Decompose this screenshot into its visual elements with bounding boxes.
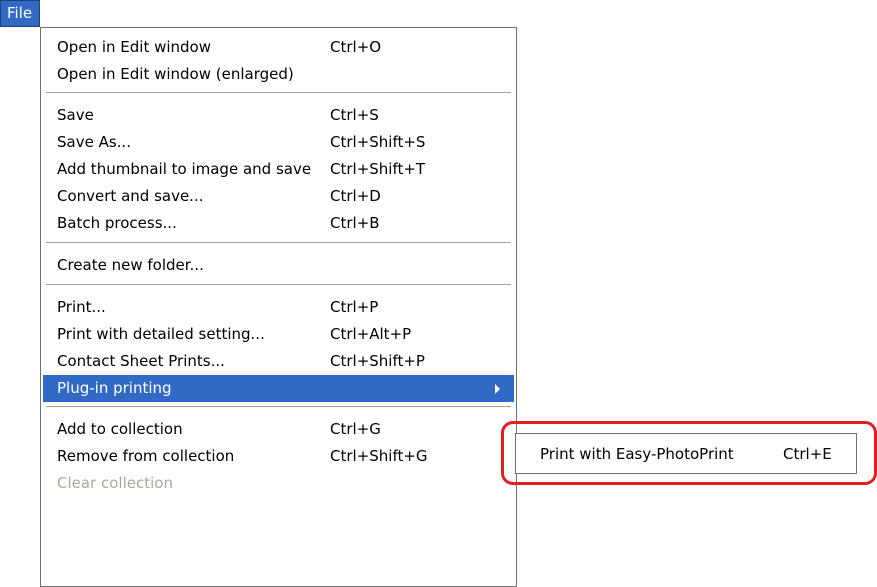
menu-item-label: Open in Edit window (enlarged) [57,65,294,83]
menu-item-label: Clear collection [57,474,173,492]
menu-item-shortcut: Ctrl+B [330,214,380,232]
menu-item-remove-from-collection[interactable]: Remove from collection Ctrl+Shift+G [43,443,514,470]
file-dropdown-menu: Open in Edit window Ctrl+O Open in Edit … [40,27,517,587]
menu-item-label: Contact Sheet Prints... [57,352,225,370]
menu-item-label: Create new folder... [57,256,204,274]
menu-item-label: Add thumbnail to image and save [57,160,312,178]
menu-separator [46,92,511,94]
menu-item-label: Plug-in printing [57,379,172,397]
menu-item-label: Print with detailed setting... [57,325,265,343]
menu-item-open-edit-window-enlarged[interactable]: Open in Edit window (enlarged) [43,61,514,88]
menu-separator [46,284,511,286]
menu-item-label: Add to collection [57,420,183,438]
menu-item-shortcut: Ctrl+O [330,38,382,56]
menu-item-convert-and-save[interactable]: Convert and save... Ctrl+D [43,183,514,210]
submenu-item-shortcut: Ctrl+E [783,445,832,463]
menu-item-label: Print... [57,298,106,316]
menu-item-add-to-collection[interactable]: Add to collection Ctrl+G [43,416,514,443]
menu-item-open-edit-window[interactable]: Open in Edit window Ctrl+O [43,34,514,61]
menu-item-shortcut: Ctrl+G [330,420,381,438]
menu-item-shortcut: Ctrl+S [330,106,379,124]
menu-item-create-new-folder[interactable]: Create new folder... [43,252,514,279]
menu-item-shortcut: Ctrl+Shift+T [330,160,426,178]
menu-item-label: Save [57,106,94,124]
menu-separator [46,242,511,244]
menu-item-add-thumbnail-and-save[interactable]: Add thumbnail to image and save Ctrl+Shi… [43,156,514,183]
menu-item-label: Batch process... [57,214,177,232]
menu-item-print[interactable]: Print... Ctrl+P [43,294,514,321]
menu-separator [46,406,511,408]
menu-item-shortcut: Ctrl+Shift+G [330,447,428,465]
menu-item-plug-in-printing[interactable]: Plug-in printing [43,375,514,402]
menu-item-label: Open in Edit window [57,38,211,56]
menu-item-label: Remove from collection [57,447,235,465]
submenu-item-label: Print with Easy-PhotoPrint [540,445,734,463]
submenu-item-print-easy-photoprint[interactable]: Print with Easy-PhotoPrint Ctrl+E [516,439,856,469]
menu-item-contact-sheet-prints[interactable]: Contact Sheet Prints... Ctrl+Shift+P [43,348,514,375]
menu-item-save[interactable]: Save Ctrl+S [43,102,514,129]
menu-item-shortcut: Ctrl+P [330,298,379,316]
file-menu-tab[interactable]: File [0,0,40,27]
submenu-arrow-icon [495,384,500,394]
menu-item-batch-process[interactable]: Batch process... Ctrl+B [43,210,514,237]
plug-in-printing-submenu: Print with Easy-PhotoPrint Ctrl+E [515,433,857,474]
menu-item-shortcut: Ctrl+Shift+S [330,133,426,151]
menu-item-print-detailed-setting[interactable]: Print with detailed setting... Ctrl+Alt+… [43,321,514,348]
menu-item-shortcut: Ctrl+Alt+P [330,325,412,343]
menu-item-clear-collection: Clear collection [43,470,514,497]
menu-item-label: Convert and save... [57,187,204,205]
menu-item-label: Save As... [57,133,131,151]
menu-item-shortcut: Ctrl+Shift+P [330,352,425,370]
menu-item-save-as[interactable]: Save As... Ctrl+Shift+S [43,129,514,156]
menu-item-shortcut: Ctrl+D [330,187,381,205]
